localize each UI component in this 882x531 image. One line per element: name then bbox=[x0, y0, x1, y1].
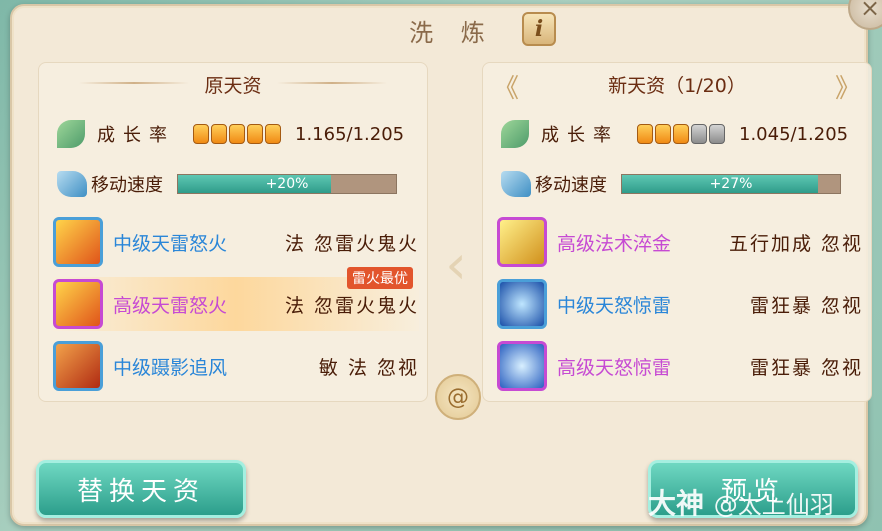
growth-label: 成长率 bbox=[541, 125, 619, 146]
skill-name: 高级天雷怒火 bbox=[113, 294, 228, 317]
thunder-wrath-icon bbox=[497, 341, 547, 391]
skill-row[interactable]: 中级天雷怒火 法 忽雷火鬼火 bbox=[53, 215, 419, 269]
original-aptitude-panel: 原天资 成长率 1.165/1.205 移动速度 +20% 中级天雷怒火 法 忽… bbox=[38, 62, 428, 402]
title-bar: 洗 炼 bbox=[262, 10, 642, 50]
refine-panel: 洗 炼 i 原天资 成长率 1.165/1.205 移动速度 +20% 中级天雷… bbox=[10, 4, 872, 526]
boot-icon bbox=[57, 171, 87, 197]
skill-row[interactable]: 高级天怒惊雷 雷狂暴 忽视 bbox=[497, 339, 863, 393]
skill-row[interactable]: 高级法术淬金 五行加成 忽视 bbox=[497, 215, 863, 269]
growth-pip-filled bbox=[229, 124, 245, 144]
growth-value: 1.165/1.205 bbox=[295, 123, 405, 145]
shadow-wind-icon bbox=[53, 341, 103, 391]
skill-tags: 雷狂暴 忽视 bbox=[749, 294, 863, 317]
skill-row[interactable]: 中级天怒惊雷 雷狂暴 忽视 bbox=[497, 277, 863, 331]
chevron-left-icon[interactable]: ‹ bbox=[438, 233, 474, 296]
ornament-left bbox=[79, 82, 189, 84]
speed-bar-text: +20% bbox=[265, 176, 309, 192]
skill-tags: 雷狂暴 忽视 bbox=[749, 356, 863, 379]
new-aptitude-header: 《 新天资（1/20） 》 bbox=[483, 63, 871, 105]
watermark: 大神 @太上仙羽 bbox=[648, 482, 834, 522]
swirl-icon[interactable]: @ bbox=[435, 374, 481, 420]
original-aptitude-title: 原天资 bbox=[204, 74, 262, 97]
growth-pips bbox=[193, 124, 281, 144]
speed-row: 移动速度 +27% bbox=[501, 169, 861, 199]
skill-row[interactable]: 中级蹑影追风 敏 法 忽视 bbox=[53, 339, 419, 393]
growth-pip-filled bbox=[265, 124, 281, 144]
growth-pip-empty bbox=[691, 124, 707, 144]
skill-name: 中级天怒惊雷 bbox=[557, 294, 672, 317]
thunder-wrath-icon bbox=[497, 279, 547, 329]
info-button[interactable]: i bbox=[522, 12, 556, 46]
skill-name: 高级法术淬金 bbox=[557, 232, 672, 255]
next-arrow-icon[interactable]: 》 bbox=[835, 68, 861, 105]
growth-pip-filled bbox=[655, 124, 671, 144]
growth-value: 1.045/1.205 bbox=[739, 123, 849, 145]
speed-bar: +20% bbox=[177, 174, 397, 194]
growth-pips bbox=[637, 124, 725, 144]
watermark-user: @太上仙羽 bbox=[713, 491, 834, 519]
leaf-icon bbox=[501, 120, 529, 148]
prev-arrow-icon[interactable]: 《 bbox=[493, 68, 519, 105]
best-badge: 雷火最优 bbox=[347, 267, 413, 289]
thunder-fire-icon bbox=[53, 217, 103, 267]
growth-pip-filled bbox=[247, 124, 263, 144]
speed-label: 移动速度 bbox=[91, 175, 163, 196]
growth-pip-empty bbox=[709, 124, 725, 144]
spell-temper-icon bbox=[497, 217, 547, 267]
growth-label: 成长率 bbox=[97, 125, 175, 146]
boot-icon bbox=[501, 171, 531, 197]
watermark-logo: 大神 bbox=[648, 487, 705, 520]
page-title: 洗 炼 bbox=[409, 18, 495, 47]
skill-name: 高级天怒惊雷 bbox=[557, 356, 672, 379]
growth-row: 成长率 1.165/1.205 bbox=[57, 119, 417, 149]
new-aptitude-panel: 《 新天资（1/20） 》 成长率 1.045/1.205 移动速度 +27% … bbox=[482, 62, 872, 402]
growth-pip-filled bbox=[193, 124, 209, 144]
skill-tags: 法 忽雷火鬼火 bbox=[284, 294, 419, 317]
speed-bar: +27% bbox=[621, 174, 841, 194]
growth-pip-filled bbox=[637, 124, 653, 144]
growth-row: 成长率 1.045/1.205 bbox=[501, 119, 861, 149]
skill-tags: 五行加成 忽视 bbox=[728, 232, 863, 255]
growth-pip-filled bbox=[673, 124, 689, 144]
skill-tags: 敏 法 忽视 bbox=[318, 356, 419, 379]
skill-tags: 法 忽雷火鬼火 bbox=[284, 232, 419, 255]
skill-name: 中级天雷怒火 bbox=[113, 232, 228, 255]
new-aptitude-title: 新天资（1/20） bbox=[608, 74, 746, 97]
original-aptitude-header: 原天资 bbox=[39, 63, 427, 105]
thunder-fire-icon bbox=[53, 279, 103, 329]
speed-label: 移动速度 bbox=[535, 175, 607, 196]
speed-row: 移动速度 +20% bbox=[57, 169, 417, 199]
leaf-icon bbox=[57, 120, 85, 148]
replace-aptitude-button[interactable]: 替换天资 bbox=[36, 460, 246, 518]
speed-bar-text: +27% bbox=[709, 176, 753, 192]
skill-name: 中级蹑影追风 bbox=[113, 356, 228, 379]
skill-row-selected[interactable]: 高级天雷怒火 法 忽雷火鬼火 雷火最优 bbox=[53, 267, 419, 331]
ornament-right bbox=[277, 82, 387, 84]
growth-pip-filled bbox=[211, 124, 227, 144]
